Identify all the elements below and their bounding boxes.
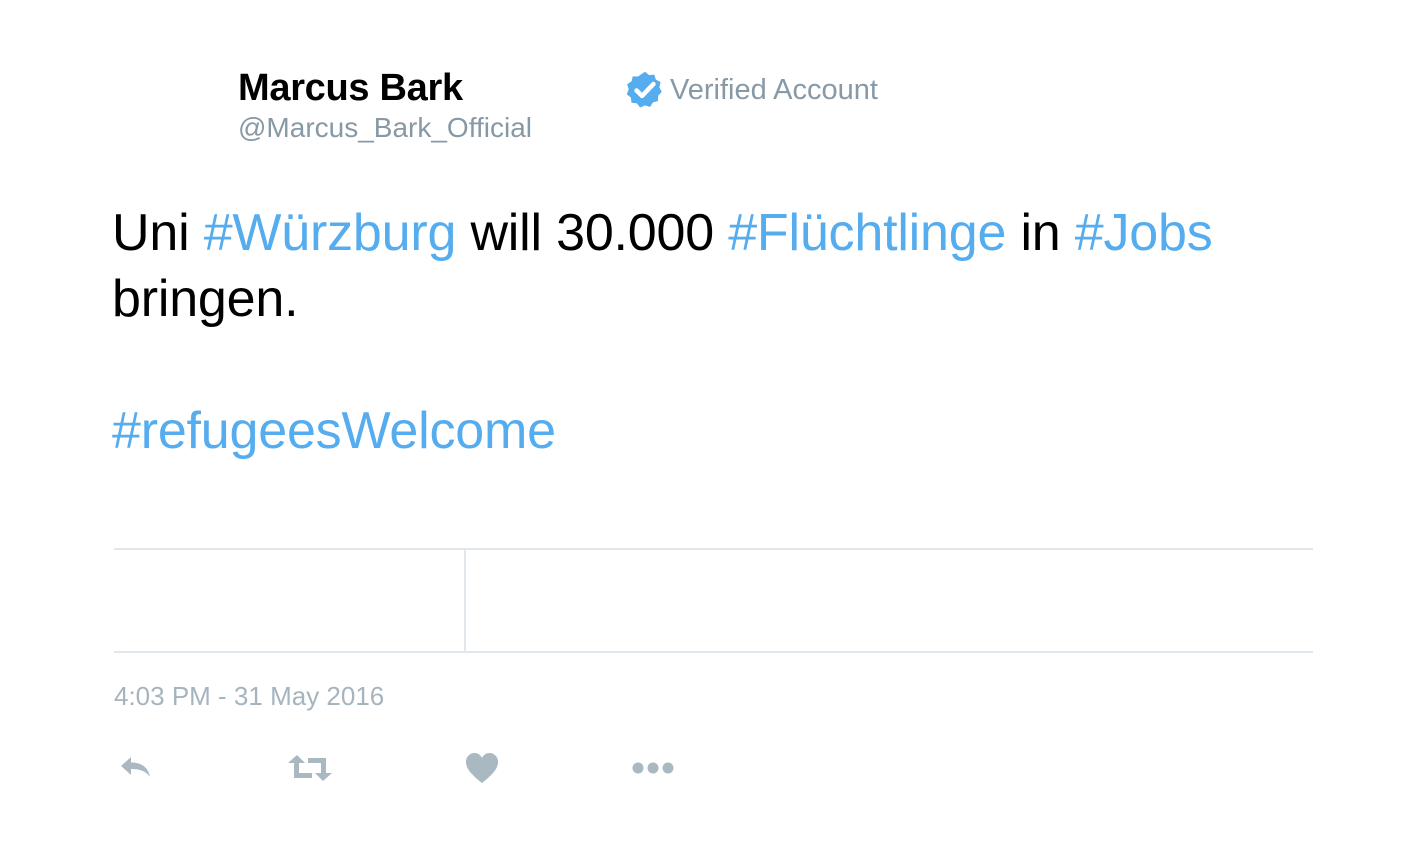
tweet-text-segment: Uni	[112, 204, 204, 262]
like-button[interactable]	[456, 746, 508, 790]
tweet-text: Uni #Würzburg will 30.000 #Flüchtlinge i…	[112, 200, 1342, 464]
tweet-text-segment: in	[1006, 204, 1075, 262]
tweet-text-segment: bringen.	[112, 270, 299, 328]
more-button[interactable]	[627, 746, 679, 790]
retweet-button[interactable]	[284, 746, 336, 790]
display-name[interactable]: Marcus Bark	[238, 66, 463, 110]
retweet-icon	[288, 755, 332, 781]
tweet-text-segment: will 30.000	[456, 204, 729, 262]
tweet-card: Marcus Bark @Marcus_Bark_Official Verifi…	[0, 0, 1418, 851]
more-dots-icon	[632, 762, 674, 774]
reply-button[interactable]	[110, 746, 162, 790]
tweet-line: bringen.	[112, 266, 1342, 332]
user-handle[interactable]: @Marcus_Bark_Official	[238, 112, 532, 144]
tweet-line: #refugeesWelcome	[112, 398, 1342, 464]
stats-bar	[114, 548, 1313, 653]
hashtag-link[interactable]: #Würzburg	[204, 204, 457, 262]
tweet-timestamp[interactable]: 4:03 PM - 31 May 2016	[114, 680, 384, 712]
stats-divider	[464, 550, 466, 651]
hashtag-link[interactable]: #refugeesWelcome	[112, 402, 556, 460]
verified-account: Verified Account	[624, 70, 878, 110]
tweet-line: Uni #Würzburg will 30.000 #Flüchtlinge i…	[112, 200, 1342, 266]
heart-icon	[466, 753, 498, 783]
verified-badge-icon	[626, 71, 662, 108]
hashtag-link[interactable]: #Jobs	[1075, 204, 1213, 262]
hashtag-link[interactable]: #Flüchtlinge	[728, 204, 1006, 262]
reply-icon	[121, 757, 150, 777]
verified-label: Verified Account	[670, 74, 878, 106]
